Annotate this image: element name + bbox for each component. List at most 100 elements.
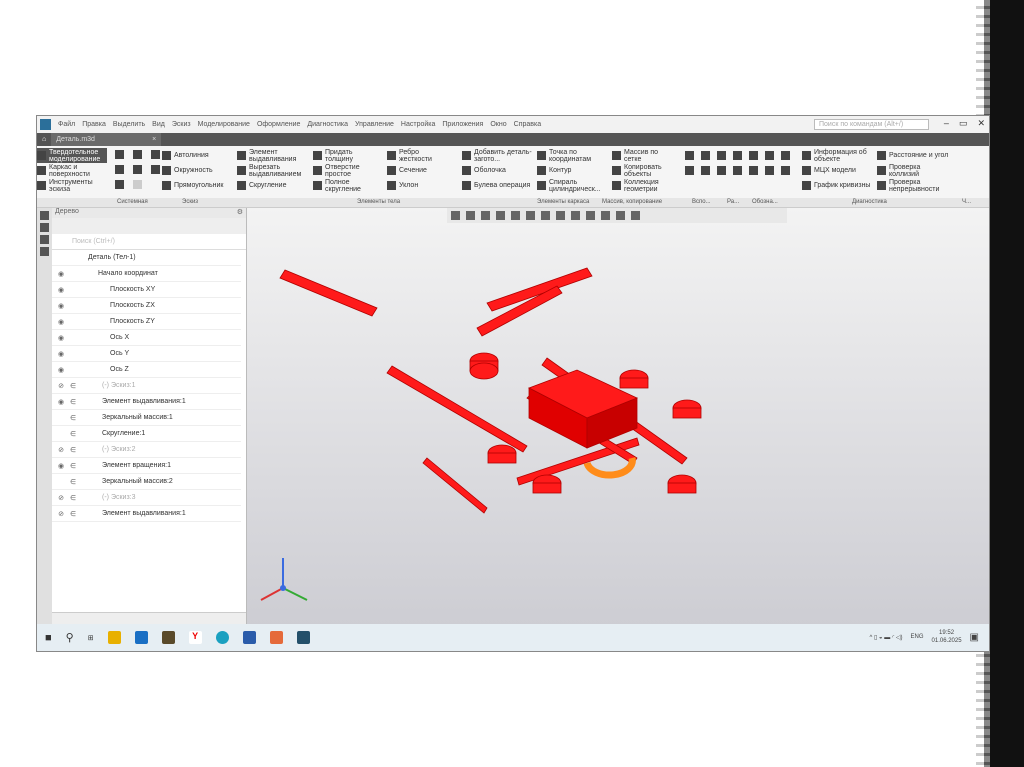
layers-icon[interactable]: [40, 247, 49, 256]
thicken-button[interactable]: Придать толщину: [313, 148, 377, 163]
tree-item[interactable]: ∈ Зеркальный массив:1: [52, 410, 241, 426]
pdf-icon[interactable]: [269, 631, 283, 644]
tree-item[interactable]: ◉ Начало координат: [52, 266, 241, 282]
open-icon[interactable]: [133, 150, 142, 159]
print-icon[interactable]: [115, 165, 124, 174]
axis-icon[interactable]: [496, 211, 505, 220]
menu-view[interactable]: Вид: [152, 121, 165, 128]
tree-item[interactable]: ◉ Плоскость ZY: [52, 314, 241, 330]
home-icon[interactable]: ⌂: [37, 136, 51, 143]
tool-icon[interactable]: [733, 166, 742, 175]
tool-icon[interactable]: [701, 166, 710, 175]
tray-icons[interactable]: ^ ▯ ◒ ▬ ◜ ◁): [869, 634, 902, 641]
tool-icon[interactable]: [781, 166, 790, 175]
maximize-icon[interactable]: ▭: [959, 118, 968, 129]
tool-icon[interactable]: [717, 166, 726, 175]
tree-item[interactable]: ◉ Плоскость ZX: [52, 298, 241, 314]
filter-icon[interactable]: [616, 211, 625, 220]
properties-icon[interactable]: [40, 223, 49, 232]
tool-icon[interactable]: [781, 151, 790, 160]
clock[interactable]: 19:52 01.06.2025: [932, 629, 962, 645]
eye-icon[interactable]: ⊘: [52, 510, 70, 518]
menu-help[interactable]: Справка: [514, 121, 541, 128]
language-indicator[interactable]: ENG: [911, 634, 924, 640]
eye-icon[interactable]: ⊘: [52, 382, 70, 390]
cut-extrude-button[interactable]: Вырезать выдавливанием: [237, 163, 309, 178]
point-button[interactable]: Точка по координатам: [537, 148, 607, 163]
tree-item[interactable]: ∈ Скругление:1: [52, 426, 241, 442]
preview-icon[interactable]: [133, 165, 142, 174]
continuity-button[interactable]: Проверка непрерывности: [877, 178, 952, 193]
tool-icon[interactable]: [749, 151, 758, 160]
tree-item[interactable]: ◉ ∈ Элемент выдавливания:1: [52, 394, 241, 410]
shell-button[interactable]: Оболочка: [462, 163, 534, 178]
orient-icon[interactable]: [451, 211, 460, 220]
box-icon[interactable]: [586, 211, 595, 220]
tree-search-input[interactable]: Поиск (Ctrl+/): [52, 234, 246, 250]
tree-item[interactable]: Деталь (Тел-1): [52, 250, 241, 266]
zoom-icon[interactable]: [466, 211, 475, 220]
eye-icon[interactable]: ◉: [52, 270, 70, 278]
tree-icon[interactable]: [40, 211, 49, 220]
tool-icon[interactable]: [765, 166, 774, 175]
eye-icon[interactable]: ⊘: [52, 446, 70, 454]
eye-icon[interactable]: ◉: [52, 462, 70, 470]
variables-icon[interactable]: [40, 235, 49, 244]
pan-icon[interactable]: [481, 211, 490, 220]
rib-button[interactable]: Ребро жесткости: [387, 148, 451, 163]
rectangle-button[interactable]: Прямоугольник: [162, 178, 232, 193]
tree-item[interactable]: ⊘ ∈ (-) Эскиз:1: [52, 378, 241, 394]
edge-icon[interactable]: [215, 631, 229, 644]
autoline-button[interactable]: Автолиния: [162, 148, 232, 163]
hole-button[interactable]: Отверстие простое: [313, 163, 377, 178]
mass-props-button[interactable]: МЦХ модели: [802, 163, 872, 178]
distance-button[interactable]: Расстояние и угол: [877, 148, 952, 163]
add-blank-button[interactable]: Добавить деталь-загото...: [462, 148, 534, 163]
word-icon[interactable]: [242, 631, 256, 644]
eye-icon[interactable]: ◉: [52, 334, 70, 342]
3d-viewport[interactable]: [247, 208, 989, 626]
eye-icon[interactable]: ◉: [52, 398, 70, 406]
menu-design[interactable]: Оформление: [257, 121, 300, 128]
circle-button[interactable]: Окружность: [162, 163, 232, 178]
menu-modeling[interactable]: Моделирование: [198, 121, 250, 128]
notifications-icon[interactable]: ▣: [970, 632, 979, 643]
menu-sketch[interactable]: Эскиз: [172, 121, 191, 128]
gear-icon[interactable]: ⚙: [237, 208, 243, 216]
menu-edit[interactable]: Правка: [82, 121, 106, 128]
menu-manage[interactable]: Управление: [355, 121, 394, 128]
yandex-icon[interactable]: Y: [188, 631, 202, 644]
new-file-icon[interactable]: [115, 150, 124, 159]
minimize-icon[interactable]: –: [944, 118, 949, 129]
task-view-icon[interactable]: ⊞: [88, 634, 94, 642]
tool-icon[interactable]: [701, 151, 710, 160]
menu-settings[interactable]: Настройка: [401, 121, 435, 128]
grid-array-button[interactable]: Массив по сетке: [612, 148, 674, 163]
full-fillet-button[interactable]: Полное скругление: [313, 178, 377, 193]
tab-detail[interactable]: Деталь.m3d ×: [51, 133, 162, 146]
helix-button[interactable]: Спираль цилиндрическ...: [537, 178, 607, 193]
tool-icon[interactable]: [765, 151, 774, 160]
minecraft-icon[interactable]: [161, 631, 175, 644]
mode-wireframe[interactable]: Каркас и поверхности: [37, 163, 107, 178]
command-search-input[interactable]: Поиск по командам (Alt+/): [814, 119, 929, 130]
save-all-icon[interactable]: [151, 165, 160, 174]
shaded-icon[interactable]: [511, 211, 520, 220]
menu-file[interactable]: Файл: [58, 121, 75, 128]
outlook-icon[interactable]: [134, 631, 148, 644]
tree-item[interactable]: ⊘ ∈ (-) Эскиз:2: [52, 442, 241, 458]
menu-select[interactable]: Выделить: [113, 121, 145, 128]
tool-icon[interactable]: [685, 166, 694, 175]
mode-solid[interactable]: Твердотельное моделирование: [37, 148, 107, 163]
tree-item[interactable]: ◉ Ось Y: [52, 346, 241, 362]
tool-icon[interactable]: [717, 151, 726, 160]
tree-item[interactable]: ◉ Ось Z: [52, 362, 241, 378]
curvature-button[interactable]: График кривизны: [802, 178, 872, 193]
hide-icon[interactable]: [541, 211, 550, 220]
eye-icon[interactable]: ◉: [52, 302, 70, 310]
menu-window[interactable]: Окно: [490, 121, 506, 128]
kompas-taskbar-icon[interactable]: [296, 631, 310, 644]
collision-button[interactable]: Проверка коллизий: [877, 163, 952, 178]
close-icon[interactable]: ✕: [977, 118, 985, 129]
menu-diagnostics[interactable]: Диагностика: [307, 121, 348, 128]
